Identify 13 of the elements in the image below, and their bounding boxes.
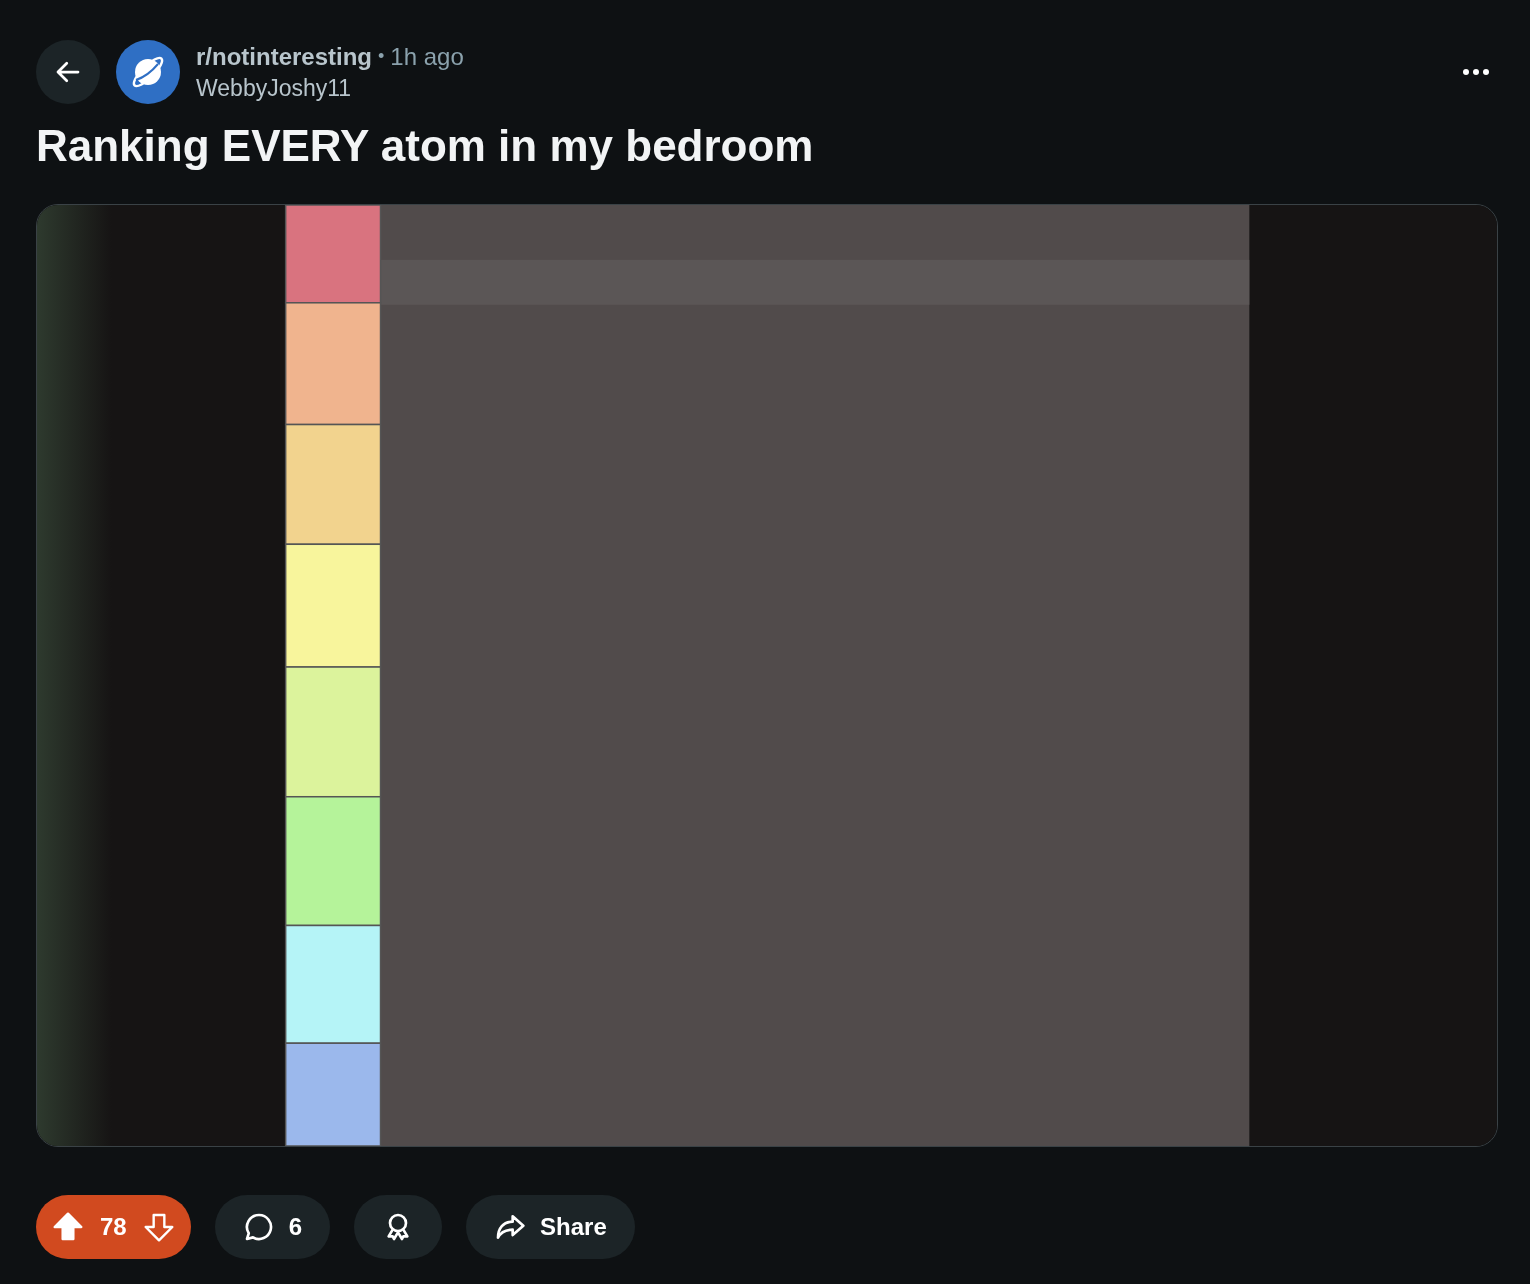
- upvote-button[interactable]: [52, 1211, 84, 1243]
- subreddit-link[interactable]: r/notinteresting: [196, 42, 372, 71]
- author-link[interactable]: WebbyJoshy11: [196, 74, 1438, 102]
- separator-dot: •: [378, 46, 385, 67]
- post-time: 1h ago: [390, 42, 464, 71]
- downvote-icon: [142, 1211, 175, 1243]
- more-icon: [1462, 68, 1490, 76]
- post-title: Ranking EVERY atom in my bedroom: [36, 120, 815, 172]
- downvote-button[interactable]: [142, 1211, 175, 1243]
- share-button[interactable]: Share: [466, 1195, 635, 1259]
- vote-count: 78: [100, 1213, 127, 1241]
- upvote-icon: [52, 1211, 84, 1243]
- comments-button[interactable]: 6: [214, 1195, 331, 1259]
